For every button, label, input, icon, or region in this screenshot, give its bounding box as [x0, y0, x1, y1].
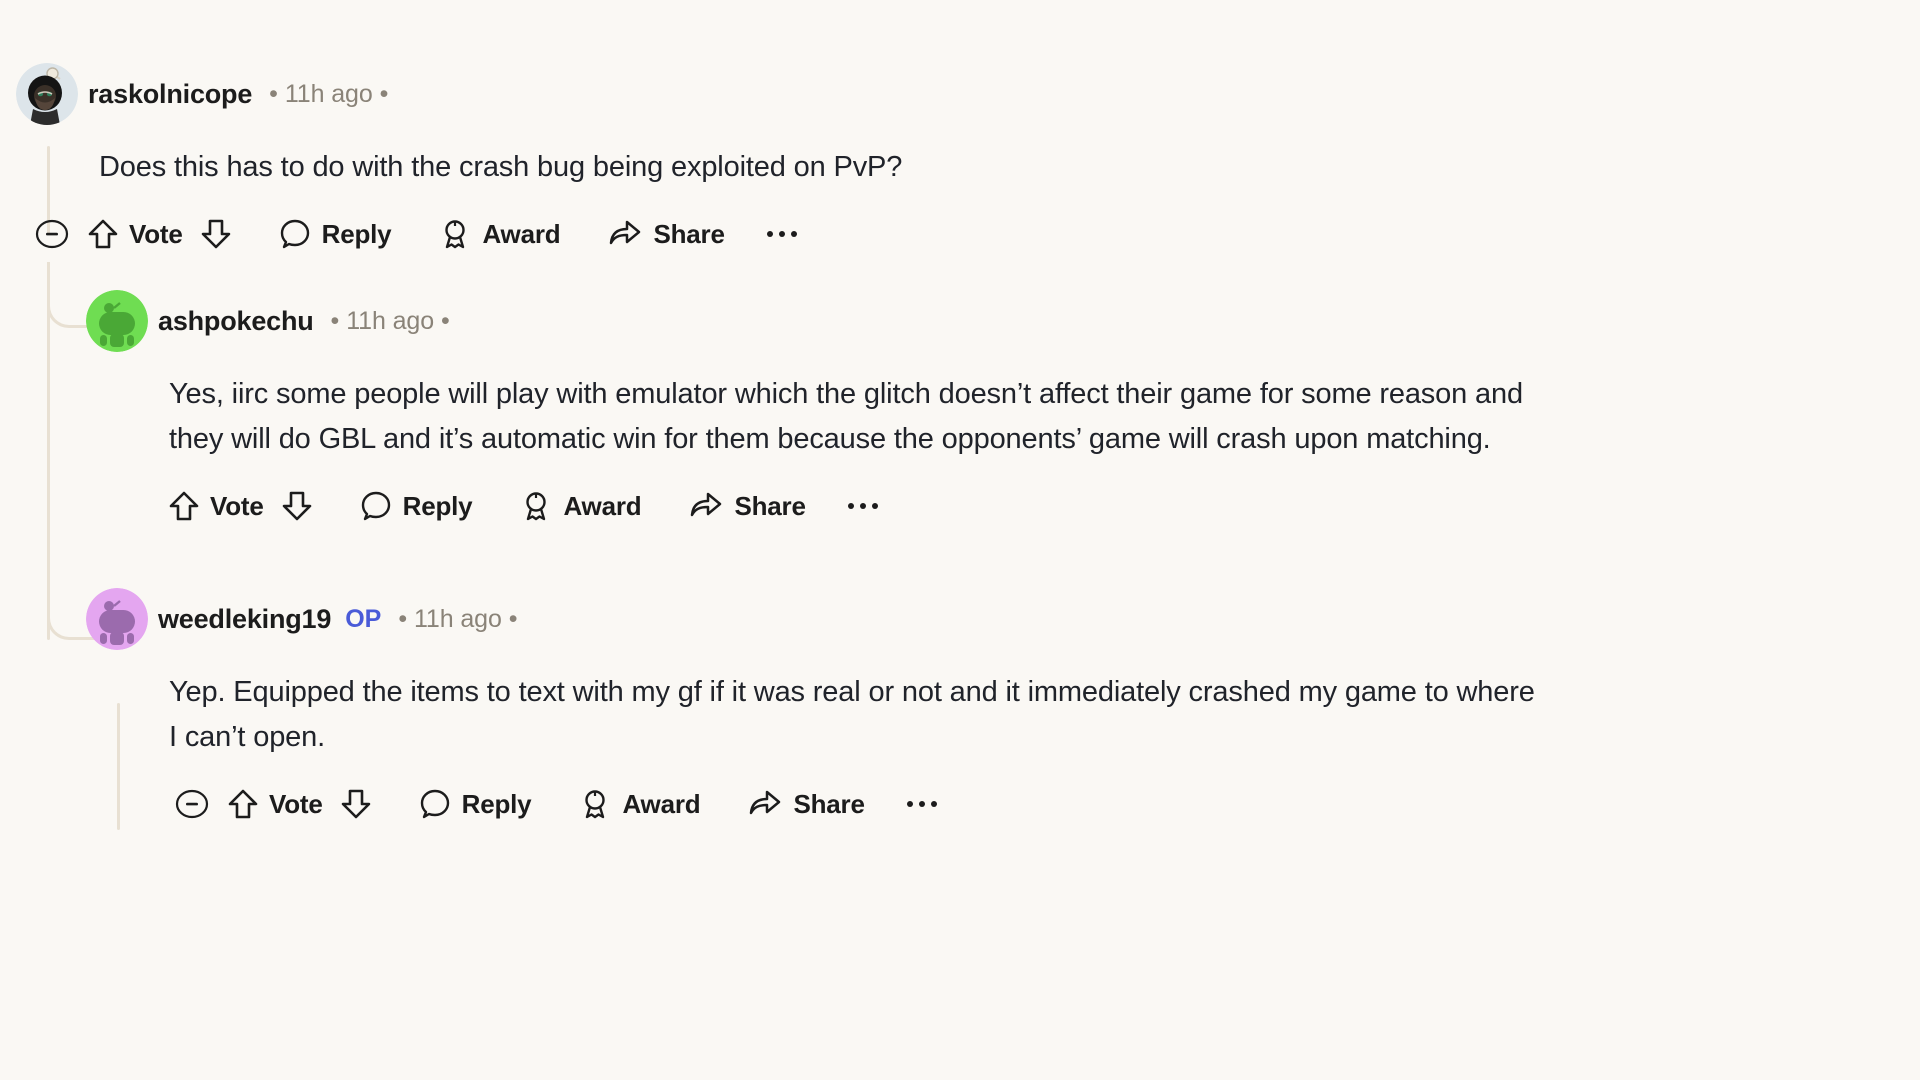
comment-header: weedleking19 OP • 11h ago •	[86, 588, 1906, 650]
award-label: Award	[482, 218, 561, 249]
upvote-button[interactable]: Vote	[88, 218, 183, 250]
comment-meta: • 11h ago •	[324, 307, 457, 336]
comment-author[interactable]: raskolnicope	[88, 79, 252, 110]
downvote-button[interactable]	[282, 490, 312, 522]
comment-header: ashpokechu • 11h ago •	[86, 290, 1906, 352]
award-medal-icon	[585, 790, 606, 819]
comment-timestamp: 11h ago	[413, 604, 502, 633]
more-options-button[interactable]	[847, 503, 878, 509]
comment-body: Does this has to do with the crash bug b…	[99, 151, 903, 183]
meta-separator-trailing: •	[508, 604, 518, 633]
upvote-button[interactable]: Vote	[169, 490, 264, 522]
comment-meta: • 11h ago •	[391, 605, 524, 634]
share-arrow-icon	[610, 220, 641, 245]
reply-button[interactable]: Reply	[360, 490, 473, 522]
share-button[interactable]: Share	[689, 490, 806, 522]
downvote-arrow-icon	[341, 789, 370, 819]
meta-separator-leading: •	[398, 604, 407, 633]
avatar-ashpokechu[interactable]	[86, 290, 148, 352]
reply-button[interactable]: Reply	[419, 788, 532, 820]
avatar-weedleking19[interactable]	[86, 588, 148, 650]
reply-label: Reply	[402, 490, 473, 521]
share-label: Share	[793, 788, 865, 819]
downvote-arrow-icon	[282, 491, 311, 521]
comment-bubble-icon	[420, 789, 449, 819]
award-label: Award	[622, 788, 701, 819]
comment-timestamp: 11h ago	[346, 306, 435, 335]
award-medal-icon	[445, 220, 466, 249]
award-label: Award	[563, 490, 642, 521]
award-button[interactable]: Award	[520, 490, 642, 522]
share-arrow-icon	[691, 492, 722, 517]
award-medal-icon	[526, 492, 547, 521]
comment-ashpokechu: ashpokechu • 11h ago • Yes, iirc some peop…	[86, 290, 1906, 528]
reply-button[interactable]: Reply	[279, 218, 392, 250]
share-button[interactable]: Share	[608, 218, 725, 250]
comment-header: raskolnicope • 11h ago •	[16, 63, 1906, 125]
comment-bubble-icon	[361, 491, 390, 521]
avatar-raskolnicope[interactable]	[16, 63, 78, 125]
comment-meta: • 11h ago •	[262, 80, 395, 109]
comment-action-bar: Vote Reply Award Share	[170, 782, 1906, 826]
comment-body: Yep. Equipped the items to text with my …	[169, 676, 1535, 753]
comment-author[interactable]: weedleking19	[158, 604, 331, 635]
award-button[interactable]: Award	[439, 218, 561, 250]
upvote-arrow-icon	[228, 789, 258, 819]
downvote-arrow-icon	[201, 219, 230, 249]
op-badge: OP	[345, 604, 382, 633]
award-button[interactable]: Award	[579, 788, 701, 820]
collapse-comment-button[interactable]	[30, 212, 74, 256]
vote-label: Vote	[129, 218, 183, 249]
downvote-button[interactable]	[341, 788, 371, 820]
meta-separator-trailing: •	[379, 79, 389, 108]
meta-separator-leading: •	[330, 306, 340, 335]
more-options-button[interactable]	[906, 801, 937, 807]
collapse-comment-button[interactable]	[170, 782, 214, 826]
more-options-icon	[847, 503, 878, 509]
downvote-button[interactable]	[201, 218, 231, 250]
reply-label: Reply	[461, 788, 532, 819]
comment-action-bar: Vote Reply Award Share	[169, 484, 1906, 528]
more-options-icon	[906, 801, 937, 807]
share-label: Share	[653, 218, 725, 249]
vote-label: Vote	[269, 788, 323, 819]
upvote-arrow-icon	[169, 491, 199, 521]
vote-label: Vote	[210, 490, 264, 521]
reply-label: Reply	[321, 218, 392, 249]
comment-raskolnicope: raskolnicope • 11h ago • Does this has to …	[16, 63, 1906, 256]
meta-separator-trailing: •	[441, 306, 450, 335]
share-button[interactable]: Share	[748, 788, 865, 820]
more-options-button[interactable]	[766, 231, 797, 237]
more-options-icon	[766, 231, 797, 237]
meta-separator-leading: •	[269, 79, 278, 108]
comment-timestamp: 11h ago	[284, 79, 373, 108]
comment-body: Yes, iirc some people will play with emu…	[169, 378, 1523, 455]
share-arrow-icon	[750, 790, 781, 815]
comment-weedleking19: weedleking19 OP • 11h ago • Yep. Equipped …	[86, 588, 1906, 826]
upvote-button[interactable]: Vote	[228, 788, 323, 820]
comment-action-bar: Vote Reply Award Share	[30, 212, 1906, 256]
comment-bubble-icon	[280, 219, 309, 249]
share-label: Share	[734, 490, 806, 521]
comment-thread-page: raskolnicope • 11h ago • Does this has to …	[0, 0, 1920, 1080]
upvote-arrow-icon	[88, 219, 118, 249]
comment-author[interactable]: ashpokechu	[158, 306, 314, 337]
